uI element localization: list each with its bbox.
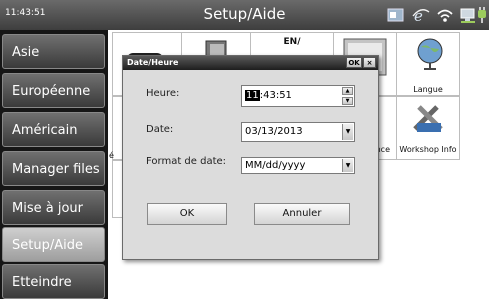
date-value: 03/13/2013 [245,126,303,137]
power-plug-icon[interactable] [475,6,489,24]
time-spin-up-icon[interactable]: ▲ [342,87,353,95]
time-hour-selected: 11 [245,90,260,101]
en-language-icon-text: EN/ [283,37,301,47]
grid-cell-langue[interactable]: Langue [396,32,460,96]
grid-cell-workshop[interactable]: Workshop Info [396,96,460,160]
cube-window-icon[interactable] [386,6,406,24]
wifi-icon[interactable] [435,6,455,24]
time-rest: :43:51 [259,90,292,101]
sidebar-item-americain[interactable]: Américain [2,112,105,147]
date-format-dropdown-arrow-icon[interactable]: ▼ [342,159,353,172]
date-label: Date: [146,124,174,135]
sidebar-item-manager-files[interactable]: Manager files [2,151,105,186]
sidebar-item-etteindre[interactable]: Etteindre [2,264,105,299]
time-label: Heure: [146,88,180,99]
workshop-label: Workshop Info [399,145,457,154]
date-format-value: MM/dd/yyyy [245,160,306,171]
close-button[interactable]: × [363,57,376,68]
date-select[interactable]: 03/13/2013 ▼ [241,122,355,142]
tools-icon [413,105,443,132]
status-bar: 11:43:51 Setup/Aide e [0,0,489,30]
sidebar: Asie Européenne Américain Manager files … [0,30,108,299]
ie-browser-icon[interactable]: e [411,6,431,24]
langue-label: Langue [413,85,443,94]
sidebar-item-asie[interactable]: Asie [2,34,105,69]
ok-button[interactable]: OK [147,203,227,225]
time-spin-down-icon[interactable]: ▼ [342,97,353,105]
sidebar-item-setup-aide[interactable]: Setup/Aide [2,227,105,262]
globe-icon [417,38,443,70]
date-format-label: Format de date: [146,156,227,167]
dialog-title: Date/Heure [127,58,179,67]
date-time-dialog: Date/Heure OK × Heure: 11:43:51 ▲ ▼ Date… [122,55,379,260]
sidebar-item-mise-a-jour[interactable]: Mise à jour [2,190,105,225]
dialog-title-bar: Date/Heure OK × [123,56,378,70]
date-dropdown-arrow-icon[interactable]: ▼ [342,124,353,140]
sidebar-item-europeenne[interactable]: Européenne [2,73,105,108]
date-format-select[interactable]: MM/dd/yyyy ▼ [241,157,355,174]
cancel-button[interactable]: Annuler [254,203,350,225]
time-input[interactable]: 11:43:51 ▲ ▼ [241,85,355,107]
title-ok-button[interactable]: OK [346,57,362,68]
